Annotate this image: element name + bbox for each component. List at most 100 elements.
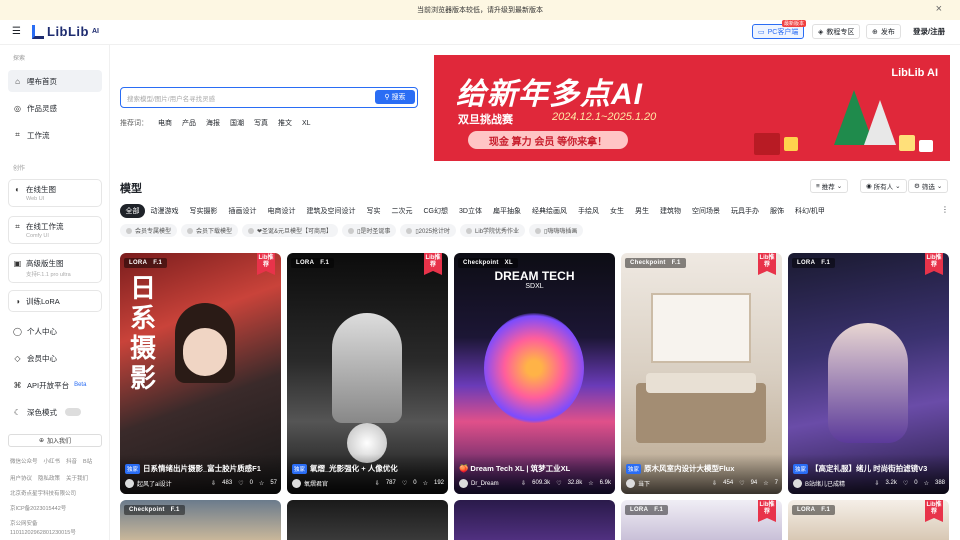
avatar[interactable] (292, 479, 301, 488)
tag-filter[interactable]: ▯是时圣诞事 (342, 224, 397, 237)
model-card[interactable]: Checkpoint F.1 Lib推荐 独家 原木风室内设计大模型Flux 当下 … (621, 253, 782, 494)
tab-category[interactable]: 插画设计 (223, 204, 262, 218)
search-button[interactable]: ⚲ 搜索 (375, 90, 415, 104)
search-bar[interactable]: 搜索模型/图片/用户名寻找灵感 ⚲ 搜索 (120, 87, 418, 108)
tab-category[interactable]: 写实摄影 (184, 204, 223, 218)
tag-filter[interactable]: 会员专属模型 (120, 224, 178, 237)
footer-link[interactable]: 抖音 (66, 457, 77, 465)
tag-filter[interactable]: 会员下载模型 (181, 224, 239, 237)
sidebar-card-web-ui[interactable]: ◐ 在线生图 Web UI (8, 179, 102, 207)
avatar[interactable] (626, 479, 635, 488)
model-card[interactable] (287, 500, 448, 540)
author-name[interactable]: B站绪儿已成精 (805, 479, 845, 488)
model-meta: B站绪儿已成精 ⇩ 3.2k ♡ 0 ☆ 388 (793, 479, 945, 488)
download-icon: ⇩ (712, 481, 718, 487)
tab-category[interactable]: 建筑及空间设计 (301, 204, 361, 218)
search-input[interactable]: 搜索模型/图片/用户名寻找灵感 (127, 93, 215, 103)
author-name[interactable]: 起风了ai设计 (137, 479, 172, 488)
tab-category[interactable]: 空间场景 (686, 204, 725, 218)
tab-category[interactable]: 3D立体 (454, 204, 488, 218)
footer-link[interactable]: 小红书 (44, 457, 61, 465)
tag-filter[interactable]: Lib学院优秀作业 (460, 224, 526, 237)
dark-mode-toggle[interactable] (65, 408, 81, 416)
card-title: 在线工作流 (26, 222, 64, 231)
palette-icon: ◐ (15, 185, 20, 194)
close-icon[interactable]: × (936, 3, 942, 15)
tab-category[interactable]: 手绘风 (572, 204, 604, 218)
tag-filter[interactable]: ❤圣诞&元旦模型【可商用】 (242, 224, 339, 237)
model-card[interactable] (454, 500, 615, 540)
tab-category[interactable]: 写实 (361, 204, 386, 218)
menu-icon[interactable]: ☰ (12, 26, 21, 37)
sidebar-card-comfy-ui[interactable]: ⌗ 在线工作流 Comfy UI (8, 216, 102, 244)
footer-link[interactable]: B站 (83, 457, 92, 465)
model-type-badge: Checkpoint XL (458, 258, 518, 268)
promo-banner[interactable]: 给新年多点AI 双旦挑战赛 2024.12.1~2025.1.20 现金 算力 … (434, 55, 950, 161)
model-card[interactable]: DREAM TECH SDXL Checkpoint XL 🍑 Dream Tec… (454, 253, 615, 494)
login-button[interactable]: 登录/注册 (908, 24, 951, 39)
tab-category[interactable]: 科幻/机甲 (789, 204, 830, 218)
author-name[interactable]: 当下 (638, 479, 650, 488)
sidebar-card-advanced[interactable]: ▣ 高级版生图 支持F.1.1 pro ultra (8, 253, 102, 283)
tab-category[interactable]: 动漫游戏 (145, 204, 184, 218)
sidebar-item-api[interactable]: ⌘ API开放平台 Beta (8, 374, 102, 396)
tab-category[interactable]: 扁平抽象 (487, 204, 526, 218)
card-art-text: DREAM TECH (494, 269, 575, 283)
more-categories-icon[interactable]: ⋮ (941, 205, 949, 214)
footer-link[interactable]: 关于我们 (66, 474, 88, 482)
tab-category[interactable]: 建筑物 (654, 204, 686, 218)
sidebar-item-personal[interactable]: ◯ 个人中心 (8, 320, 102, 342)
model-card[interactable]: LORA F.1 Lib推荐 独家 氧熠_光影强化 + 人像优化 氧熠君官 ⇩ 787… (287, 253, 448, 494)
sort-dropdown[interactable]: ≡ 推荐 ⌄ (810, 179, 849, 193)
hot-word[interactable]: 海报 (206, 118, 220, 128)
card-title: 在线生图 (26, 185, 56, 194)
tutorial-button[interactable]: ◈ 教程专区 (812, 24, 861, 39)
tab-category[interactable]: 服饰 (764, 204, 789, 218)
sidebar-item-dark-mode[interactable]: ☾ 深色模式 (8, 401, 102, 423)
sidebar-item-member[interactable]: ◇ 会员中心 (8, 347, 102, 369)
hot-word[interactable]: 推文 (278, 118, 292, 128)
filter-button[interactable]: ⚙ 筛选 ⌄ (908, 179, 949, 193)
tag-filter[interactable]: ▯2025抢计时 (400, 224, 457, 237)
hot-word[interactable]: 写真 (254, 118, 268, 128)
author-name[interactable]: 氧熠君官 (304, 479, 328, 488)
model-card[interactable]: LORA F.1 Lib推荐 (621, 500, 782, 540)
tab-category[interactable]: 电商设计 (262, 204, 301, 218)
avatar[interactable] (125, 479, 134, 488)
tab-category[interactable]: CG幻想 (418, 204, 454, 218)
model-card[interactable]: 日系摄影 LORA F.1 Lib推荐 独家 日系情绪出片摄影_富士胶片质感F1 起… (120, 253, 281, 494)
search-icon: ⚲ (384, 94, 390, 101)
footer-social-links: 微信公众号 小红书 抖音 B站 (10, 457, 92, 465)
avatar[interactable] (793, 479, 802, 488)
hot-word[interactable]: 电商 (158, 118, 172, 128)
owner-dropdown[interactable]: ◉ 所有人 ⌄ (860, 179, 907, 193)
join-group-button[interactable]: ⊕ 加入我们 (8, 434, 102, 447)
liblib-logo[interactable]: LibLib AI (32, 24, 99, 39)
tab-category[interactable]: 女生 (604, 204, 629, 218)
footer-link[interactable]: 用户协议 (10, 474, 32, 482)
tab-category[interactable]: 玩具手办 (725, 204, 764, 218)
icp-number[interactable]: 京ICP备2023015442号 (10, 504, 66, 512)
tag-filter[interactable]: ▯嗨嗨嗨插画 (529, 224, 584, 237)
police-number[interactable]: 11011202962801230015号 (10, 528, 76, 536)
sidebar-item-workflow[interactable]: ⌗ 工作流 (8, 124, 102, 146)
model-card[interactable]: Checkpoint F.1 (120, 500, 281, 540)
model-card[interactable]: LORA F.1 Lib推荐 独家 【高定礼服】绪儿 时尚街拍滤镜V3 B站绪儿已成… (788, 253, 949, 494)
author-name[interactable]: Dr_Dream (471, 481, 499, 487)
publish-button[interactable]: ⊕ 发布 (866, 24, 901, 39)
hot-word[interactable]: 产品 (182, 118, 196, 128)
avatar[interactable] (459, 479, 468, 488)
tab-all[interactable]: 全部 (120, 204, 145, 218)
sidebar-item-home[interactable]: ⌂ 哩布首页 (8, 70, 102, 92)
footer-link[interactable]: 微信公众号 (10, 457, 38, 465)
tab-category[interactable]: 二次元 (386, 204, 418, 218)
tab-category[interactable]: 经典绘画风 (526, 204, 572, 218)
model-card[interactable]: LORA F.1 Lib推荐 (788, 500, 949, 540)
sidebar-item-inspiration[interactable]: ◎ 作品灵感 (8, 97, 102, 119)
footer-link[interactable]: 隐私政策 (38, 474, 60, 482)
christmas-tree-icon (864, 100, 896, 145)
hot-word[interactable]: 国潮 (230, 118, 244, 128)
hot-word[interactable]: XL (302, 120, 311, 127)
sidebar-card-train-lora[interactable]: ◑ 训练LoRA (8, 290, 102, 312)
tab-category[interactable]: 男生 (629, 204, 654, 218)
